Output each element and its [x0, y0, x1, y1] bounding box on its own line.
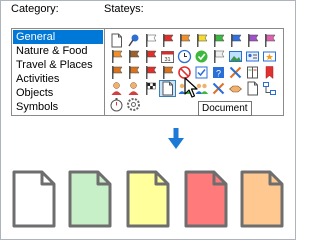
orange-flag-icon[interactable] [177, 33, 192, 48]
question-icon[interactable]: ? [211, 65, 226, 80]
arrow-down-icon [168, 128, 184, 149]
orange-flag-icon[interactable] [109, 49, 124, 64]
category-item-objects[interactable]: Objects [13, 86, 103, 100]
red-flag-icon[interactable] [143, 49, 158, 64]
purple-flag-icon[interactable] [245, 33, 260, 48]
star-card-icon[interactable] [262, 49, 277, 64]
tooltip: Document [198, 101, 252, 116]
settings-icon[interactable] [126, 97, 141, 112]
yellow-document-icon [126, 170, 170, 228]
orange-document-icon [240, 170, 284, 228]
handshake-icon[interactable] [228, 81, 243, 96]
bookmark-icon[interactable] [262, 65, 277, 80]
person-icon[interactable] [126, 81, 141, 96]
white-flag-icon[interactable] [143, 33, 158, 48]
category-item-travel-places[interactable]: Travel & Places [13, 58, 103, 72]
svg-text:31: 31 [164, 57, 170, 63]
green-document-icon [68, 170, 112, 228]
stopwatch-icon[interactable] [109, 97, 124, 112]
category-item-symbols[interactable]: Symbols [13, 100, 103, 114]
red-flag-icon[interactable] [143, 65, 158, 80]
calendar-icon[interactable]: 31 [160, 49, 175, 64]
category-item-activities[interactable]: Activities [13, 72, 103, 86]
racing-flag-icon[interactable] [143, 81, 158, 96]
mouse-cursor-icon [184, 77, 198, 98]
category-list[interactable]: General Nature & Food Travel & Places Ac… [11, 28, 105, 116]
category-item-nature-food[interactable]: Nature & Food [13, 44, 103, 58]
checkmark-icon[interactable] [194, 49, 209, 64]
document-icon[interactable] [245, 81, 260, 96]
yellow-flag-icon[interactable] [194, 33, 209, 48]
brown-flag-icon[interactable] [126, 49, 141, 64]
white-document-icon [12, 170, 56, 228]
contact-card-icon[interactable] [245, 49, 260, 64]
blue-flag-icon[interactable] [228, 33, 243, 48]
clock-icon[interactable] [177, 49, 192, 64]
red-flag-icon[interactable] [160, 33, 175, 48]
flag-icon[interactable] [160, 65, 175, 80]
states-label: Stateys: [104, 3, 144, 15]
category-label: Category: [11, 3, 59, 15]
tools-icon[interactable] [211, 81, 226, 96]
tools-icon[interactable] [228, 65, 243, 80]
empty-flag-icon[interactable] [211, 49, 226, 64]
svg-text:?: ? [216, 69, 221, 79]
pin-icon[interactable] [126, 33, 141, 48]
diagram-icon[interactable] [262, 81, 277, 96]
states-grid[interactable]: 31? [104, 28, 284, 116]
document-icon[interactable] [159, 80, 176, 97]
flag-icon[interactable] [109, 65, 124, 80]
category-item-general[interactable]: General [13, 30, 103, 44]
flag-icon[interactable] [126, 65, 141, 80]
image-icon[interactable] [228, 49, 243, 64]
green-flag-icon[interactable] [211, 33, 226, 48]
red-document-icon [184, 170, 228, 228]
person-icon[interactable] [109, 81, 124, 96]
document-color-variants [0, 170, 296, 234]
pink-flag-icon[interactable] [262, 33, 277, 48]
book-icon[interactable] [245, 65, 260, 80]
document-icon[interactable] [109, 33, 124, 48]
